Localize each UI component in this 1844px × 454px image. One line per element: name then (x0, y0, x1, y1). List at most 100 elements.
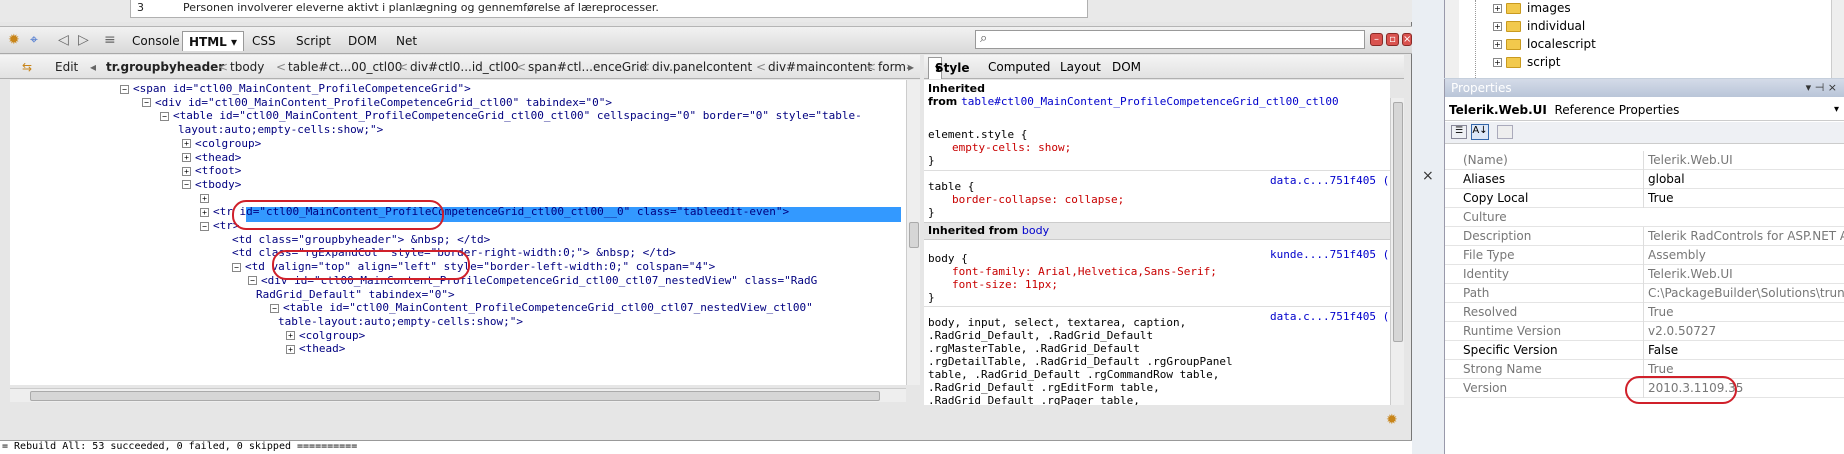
tab-console[interactable]: Console (126, 31, 186, 51)
property-row[interactable]: Aliases global (1445, 170, 1844, 189)
alphabetical-icon[interactable]: A↓ (1471, 124, 1489, 140)
expand-icon[interactable]: + (1493, 22, 1502, 31)
collapse-icon[interactable]: − (232, 262, 241, 272)
crumb-3[interactable]: div#ctl0...id_ctl00 (410, 55, 519, 78)
html-node-line[interactable]: − <table id="ctl00_MainContent_ProfileCom… (160, 109, 862, 123)
tab-html[interactable]: HTML ▾ (182, 31, 245, 51)
collapse-icon[interactable]: − (142, 98, 151, 108)
tree-item-individual[interactable]: + individual (1493, 19, 1585, 33)
property-row[interactable]: Path C:\PackageBuilder\Solutions\trunk\IN (1445, 284, 1844, 303)
expand-icon[interactable]: + (200, 207, 209, 217)
expand-icon[interactable]: + (182, 153, 191, 162)
property-value[interactable]: False (1643, 341, 1844, 360)
property-value[interactable]: Assembly (1643, 246, 1844, 265)
breadcrumb-right-icon[interactable]: ▸ (908, 55, 914, 78)
property-row[interactable]: Description Telerik RadControls for ASP.N… (1445, 227, 1844, 246)
list-icon[interactable]: ≡ (104, 32, 116, 48)
html-node-line[interactable]: + <colgroup> (182, 137, 261, 151)
hscroll-thumb[interactable] (30, 391, 880, 401)
crumb-1[interactable]: tbody (230, 55, 264, 78)
html-tree-panel[interactable]: − <span id="ctl00_MainContent_ProfileComp… (10, 80, 906, 385)
property-row[interactable]: (Name) Telerik.Web.UI (1445, 151, 1844, 170)
close-button[interactable]: × (1402, 33, 1412, 46)
tab-computed[interactable]: Computed (988, 55, 1050, 79)
edit-button[interactable]: Edit (55, 55, 78, 78)
rule2-source-link[interactable]: data.c...751f405 (line 96) (1270, 174, 1390, 187)
categorized-icon[interactable]: ☰ (1451, 125, 1467, 139)
collapse-icon[interactable]: − (200, 221, 209, 231)
collapse-icon[interactable]: − (182, 180, 191, 190)
html-node-line[interactable]: − <tbody> (182, 178, 241, 192)
crumb-4[interactable]: span#ctl...enceGrid (528, 55, 647, 78)
html-node-line[interactable]: − <div id="ctl00_MainContent_ProfileCompe… (142, 96, 612, 110)
object-selector[interactable]: Telerik.Web.UI Reference Properties ▾ (1445, 99, 1844, 121)
collapse-icon[interactable]: − (160, 111, 169, 121)
html-node-line[interactable]: − <table id="ctl00_MainContent_ProfileCom… (270, 301, 813, 315)
from-target-link[interactable]: table#ctl00_MainContent_ProfileCompetenc… (961, 95, 1339, 108)
rule4-source-link[interactable]: data.c...751f405 (line 1) (1270, 310, 1390, 323)
close-icon[interactable]: × (1422, 168, 1434, 184)
firebug-status-icon[interactable]: ✹ (1386, 412, 1398, 428)
panel-controls-icon[interactable]: ▾ ⊣ × (1806, 79, 1837, 97)
property-value[interactable]: True (1643, 189, 1844, 208)
html-horizontal-scrollbar[interactable] (10, 388, 906, 402)
tab-css[interactable]: CSS (246, 31, 282, 51)
rule2-prop[interactable]: border-collapse: collapse; (952, 193, 1124, 206)
property-row[interactable]: Resolved True (1445, 303, 1844, 322)
tab-net[interactable]: Net (390, 31, 423, 51)
html-node-line[interactable]: layout:auto;empty-cells:show;"> (178, 123, 383, 137)
property-value[interactable]: True (1643, 303, 1844, 322)
property-value[interactable]: Telerik RadControls for ASP.NET Ajax (1643, 227, 1844, 246)
tree-item-images[interactable]: + images (1493, 1, 1571, 15)
search-input[interactable]: ⌕ (975, 30, 1365, 49)
tree-item-localescript[interactable]: + localescript (1493, 37, 1596, 51)
scroll-thumb[interactable] (909, 222, 919, 248)
inherited-body-link[interactable]: body (1022, 224, 1049, 237)
html-vertical-scrollbar[interactable] (906, 80, 920, 385)
html-node-line[interactable]: RadGrid_Default" tabindex="0"> (256, 288, 455, 302)
rule1-prop[interactable]: empty-cells: show; (952, 141, 1071, 154)
property-row[interactable]: File Type Assembly (1445, 246, 1844, 265)
html-node-line[interactable]: <td class="groupbyheader"> &nbsp; </td> (232, 233, 490, 247)
style-scroll-thumb[interactable] (1393, 102, 1403, 342)
property-value[interactable]: Telerik.Web.UI (1643, 265, 1844, 284)
tab-dom[interactable]: DOM (342, 31, 383, 51)
expand-icon[interactable]: + (182, 139, 191, 149)
expand-icon[interactable]: + (286, 344, 295, 354)
breadcrumb-left-icon[interactable]: ◂ (90, 55, 96, 78)
style-vertical-scrollbar[interactable] (1390, 98, 1404, 405)
html-node-line[interactable]: + <tfoot> (182, 164, 241, 178)
expand-icon[interactable]: + (286, 331, 295, 341)
property-row[interactable]: Specific Version False (1445, 341, 1844, 360)
property-row[interactable]: Copy Local True (1445, 189, 1844, 208)
collapse-icon[interactable]: − (248, 276, 257, 286)
property-value[interactable]: C:\PackageBuilder\Solutions\trunk\IN (1643, 284, 1844, 303)
property-pages-icon[interactable] (1497, 125, 1513, 139)
crumb-5[interactable]: div.panelcontent (652, 55, 752, 78)
back-icon[interactable]: ◁ (58, 32, 69, 48)
property-value[interactable]: global (1643, 170, 1844, 189)
html-node-line[interactable]: + <thead> (286, 342, 345, 356)
html-node-line[interactable]: table-layout:auto;empty-cells:show;"> (278, 315, 523, 329)
tab-layout[interactable]: Layout (1060, 55, 1101, 79)
rule3-source-link[interactable]: kunde....751f405 (line 3) (1270, 248, 1390, 261)
crumb-7[interactable]: form#aspnetForm (878, 55, 908, 78)
property-row[interactable]: Identity Telerik.Web.UI (1445, 265, 1844, 284)
inspect-icon[interactable]: ⌖ (30, 32, 38, 48)
tree-item-script[interactable]: + script (1493, 55, 1560, 69)
tab-script[interactable]: Script (290, 31, 337, 51)
expand-icon[interactable]: + (200, 194, 209, 204)
property-row[interactable]: Culture (1445, 208, 1844, 227)
minimize-button[interactable]: – (1370, 33, 1383, 46)
property-value[interactable]: Telerik.Web.UI (1643, 151, 1844, 170)
property-value[interactable]: v2.0.50727 (1643, 322, 1844, 341)
firebug-icon[interactable]: ✹ (8, 32, 20, 48)
tree-scrollbar[interactable] (1831, 0, 1844, 78)
html-node-line[interactable]: − <span id="ctl00_MainContent_ProfileComp… (120, 82, 471, 96)
tab-dom-side[interactable]: DOM (1112, 55, 1141, 79)
expand-icon[interactable]: + (182, 166, 191, 176)
property-row[interactable]: Runtime Version v2.0.50727 (1445, 322, 1844, 341)
tab-style[interactable]: Style ▾ (928, 57, 969, 79)
crumb-2[interactable]: table#ct...00_ctl00 (288, 55, 402, 78)
collapse-icon[interactable]: − (120, 84, 129, 94)
